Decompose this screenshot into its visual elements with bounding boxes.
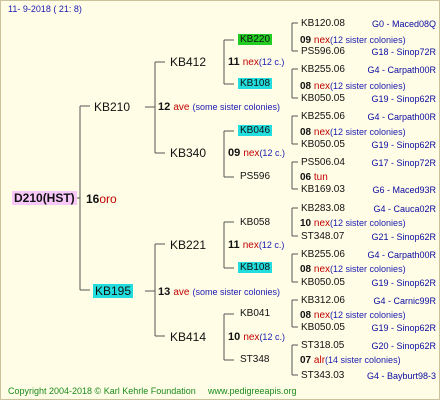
gen3-grade: 07 alr(14 sister colonies) <box>300 355 401 366</box>
gen4-origin-code: G21 - Sinop62R <box>371 232 436 242</box>
gen2-name: KB221 <box>170 238 207 252</box>
gen4-origin-code: G17 - Sinop72R <box>371 158 436 168</box>
gen4-origin-code: G0 - Maced08Q <box>371 19 436 29</box>
copyright-text: Copyright 2004-2018 © Karl Kehrle Founda… <box>8 386 196 396</box>
gen4-name: PS506.04 <box>301 157 345 168</box>
gen3-name: KB058 <box>240 217 271 228</box>
gen3-name: KB108 <box>238 262 273 273</box>
pedigree-canvas: 11- 9-2018 ( 21: 8) D210(HST) 16oro KB21… <box>0 0 440 400</box>
root-queen-name: D210(HST) <box>12 191 77 205</box>
gen3-name: KB041 <box>240 308 271 319</box>
gen1-upper-grade: 12 ave (some sister colonies) <box>158 101 281 113</box>
gen2-grade: 09 nex(12 c.) <box>228 147 285 159</box>
gen4-name: KB050.05 <box>301 93 345 104</box>
gen2-grade: 10 nex(12 c.) <box>228 331 285 343</box>
gen1-lower-name: KB195 <box>93 284 134 298</box>
gen3-name: KB220 <box>238 34 273 45</box>
gen2-name: KB340 <box>170 146 207 160</box>
gen4-name: KB169.03 <box>301 184 345 195</box>
gen4-name: ST318.05 <box>301 340 345 351</box>
gen4-origin-code: G19 - Sinop62R <box>371 278 436 288</box>
gen3-name: KB108 <box>238 78 273 89</box>
gen4-origin-code: G19 - Sinop62R <box>371 94 436 104</box>
gen4-origin-code: G4 - Carpath00R <box>367 65 436 75</box>
gen4-name: KB255.06 <box>301 249 345 260</box>
gen1-upper-name: KB210 <box>94 100 131 114</box>
gen2-name: KB412 <box>170 55 207 69</box>
report-date: 11- 9-2018 ( 21: 8) <box>8 4 82 14</box>
gen2-name: KB414 <box>170 330 207 344</box>
gen1-lower-grade: 13 ave (some sister colonies) <box>158 286 281 298</box>
gen4-origin-code: G6 - Maced93R <box>372 185 436 195</box>
gen4-origin-code: G20 - Sinop62R <box>371 341 436 351</box>
gen4-name: ST348.07 <box>301 231 345 242</box>
gen4-origin-code: G19 - Sinop62R <box>371 140 436 150</box>
gen3-name: PS596 <box>240 171 271 182</box>
website-link[interactable]: www.pedigreeapis.org <box>208 384 297 398</box>
gen4-name: KB120.08 <box>301 18 345 29</box>
root-queen-grade: 16oro <box>86 192 117 206</box>
gen4-origin-code: G4 - Cauca02R <box>373 204 436 214</box>
gen3-name: ST348 <box>240 354 270 365</box>
gen4-origin-code: G4 - Carnic99R <box>373 296 436 306</box>
gen3-name: KB046 <box>238 125 273 136</box>
gen3-grade: 08 nex(12 sister colonies) <box>300 264 406 275</box>
gen4-origin-code: G19 - Sinop62R <box>371 323 436 333</box>
gen3-grade: 10 nex(12 sister colonies) <box>300 218 406 229</box>
gen2-grade: 11 nex(12 c.) <box>228 239 285 251</box>
root-queen: D210(HST) <box>12 191 77 205</box>
gen4-name: KB050.05 <box>301 322 345 333</box>
gen4-name: ST343.03 <box>301 370 345 381</box>
gen4-name: KB255.06 <box>301 64 345 75</box>
gen4-name: KB050.05 <box>301 139 345 150</box>
gen4-origin-code: G4 - Carpath00R <box>367 112 436 122</box>
gen4-name: KB050.05 <box>301 277 345 288</box>
gen2-grade: 11 nex(12 c.) <box>228 56 285 68</box>
gen4-origin-code: G4 - Bayburt98-3 <box>366 371 436 381</box>
gen4-origin-code: G18 - Sinop72R <box>371 47 436 57</box>
gen4-name: KB283.08 <box>301 203 345 214</box>
gen4-name: KB312.06 <box>301 295 345 306</box>
gen4-origin-code: G4 - Carpath00R <box>367 250 436 260</box>
gen4-name: PS596.06 <box>301 46 345 57</box>
gen4-name: KB255.06 <box>301 111 345 122</box>
